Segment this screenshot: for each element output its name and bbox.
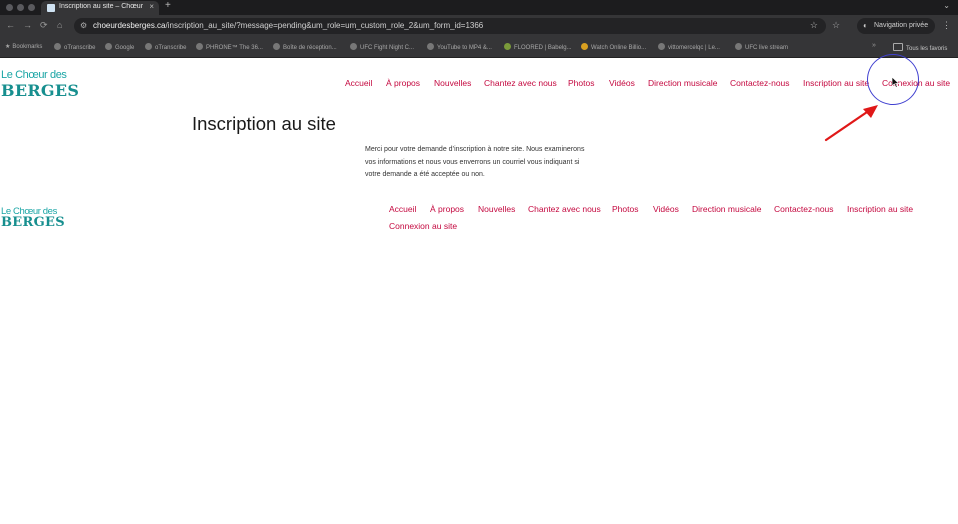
- footer-link-direction-musicale[interactable]: Direction musicale: [692, 204, 761, 214]
- forward-icon[interactable]: →: [23, 20, 32, 30]
- home-icon[interactable]: ⌂: [57, 20, 62, 30]
- wordpress-icon: [658, 43, 665, 50]
- footer-link-accueil[interactable]: Accueil: [389, 204, 416, 214]
- bookmark-item[interactable]: oTranscribe: [145, 43, 186, 51]
- back-icon[interactable]: ←: [6, 20, 15, 30]
- nav-link-a-propos[interactable]: À propos: [386, 78, 420, 88]
- new-tab-button[interactable]: +: [165, 0, 171, 11]
- page-title: Inscription au site: [192, 113, 336, 134]
- nav-link-videos[interactable]: Vidéos: [609, 78, 635, 88]
- maximize-window-button[interactable]: [28, 4, 35, 11]
- all-bookmarks-button[interactable]: Tous les favoris: [893, 43, 947, 52]
- site-info-icon[interactable]: ⚙: [80, 21, 87, 30]
- site-favicon-icon: [47, 4, 55, 12]
- url-path: /inscription_au_site/?message=pending&um…: [165, 21, 484, 30]
- logo-line-1: Le Chœur des: [1, 69, 67, 81]
- bookmark-item[interactable]: ★ Bookmarks: [5, 43, 42, 50]
- tab-close-icon[interactable]: ×: [149, 2, 154, 11]
- nav-link-accueil[interactable]: Accueil: [345, 78, 372, 88]
- globe-icon: [145, 43, 152, 50]
- footer-link-contactez-nous[interactable]: Contactez-nous: [774, 204, 834, 214]
- minimize-window-button[interactable]: [17, 4, 24, 11]
- bookmarks-bar: ★ Bookmarks oTranscribe Google oTranscrib…: [0, 37, 958, 58]
- bookmark-item[interactable]: PHRONE™ The 36...: [196, 43, 263, 51]
- more-bookmarks-icon[interactable]: »: [872, 42, 876, 49]
- incognito-icon: ◐: [863, 21, 868, 30]
- nav-link-contactez-nous[interactable]: Contactez-nous: [730, 78, 790, 88]
- bookmark-favicon-icon: [350, 43, 357, 50]
- google-icon: [105, 43, 112, 50]
- private-browsing-label: Navigation privée: [874, 22, 929, 29]
- footer-logo[interactable]: Le Chœur des BERGES: [1, 206, 65, 238]
- footer-logo-line-2: BERGES: [1, 215, 65, 230]
- bookmark-star-icon[interactable]: ☆: [810, 20, 818, 31]
- footer-link-nouvelles[interactable]: Nouvelles: [478, 204, 515, 214]
- url-text[interactable]: choeurdesberges.ca/inscription_au_site/?…: [93, 21, 483, 30]
- tab-title: Inscription au site – Chœur d...: [59, 3, 143, 10]
- footer-link-inscription-au-site[interactable]: Inscription au site: [847, 204, 913, 214]
- footer-link-videos[interactable]: Vidéos: [653, 204, 679, 214]
- bookmark-favicon-icon: [581, 43, 588, 50]
- bookmark-item[interactable]: Boîte de réception...: [273, 43, 337, 51]
- bookmark-item[interactable]: Google: [105, 43, 134, 51]
- url-host: choeurdesberges.ca: [93, 21, 166, 30]
- nav-link-inscription-au-site[interactable]: Inscription au site: [803, 78, 869, 88]
- private-browsing-indicator[interactable]: ◐ Navigation privée: [857, 18, 935, 34]
- footer-link-connexion-au-site[interactable]: Connexion au site: [389, 221, 457, 231]
- annotation-arrow-icon: [824, 105, 878, 142]
- address-bar[interactable]: ⚙ choeurdesberges.ca/inscription_au_site…: [74, 18, 826, 34]
- bookmark-item[interactable]: UFC Fight Night C...: [350, 43, 414, 51]
- side-panel-icon[interactable]: ☆: [832, 20, 840, 31]
- bookmark-item[interactable]: oTranscribe: [54, 43, 95, 51]
- close-window-button[interactable]: [6, 4, 13, 11]
- browser-toolbar: ← → ⟳ ⌂ ⚙ choeurdesberges.ca/inscription…: [0, 15, 958, 37]
- nav-link-photos[interactable]: Photos: [568, 78, 594, 88]
- bookmark-favicon-icon: [196, 43, 203, 50]
- globe-icon: [54, 43, 61, 50]
- mail-icon: [273, 43, 280, 50]
- bookmark-item[interactable]: YouTube to MP4 &...: [427, 43, 492, 51]
- bookmark-favicon-icon: [504, 43, 511, 50]
- mouse-cursor-icon: [892, 77, 900, 88]
- logo-line-2: BERGES: [1, 81, 80, 100]
- bookmark-item[interactable]: UFC live stream: [735, 43, 788, 51]
- bookmark-item[interactable]: FLOORED | Babelg...: [504, 43, 572, 51]
- footer-link-a-propos[interactable]: À propos: [430, 204, 464, 214]
- bookmark-favicon-icon: [427, 43, 434, 50]
- folder-icon: [893, 43, 903, 51]
- bookmark-item[interactable]: Watch Online Billio...: [581, 43, 646, 51]
- browser-tab-strip: Inscription au site – Chœur d... × + ⌄: [0, 0, 958, 15]
- nav-link-chantez-avec-nous[interactable]: Chantez avec nous: [484, 78, 557, 88]
- nav-link-nouvelles[interactable]: Nouvelles: [434, 78, 471, 88]
- footer-link-photos[interactable]: Photos: [612, 204, 638, 214]
- pending-registration-message: Merci pour votre demande d’inscription à…: [365, 146, 585, 178]
- browser-menu-icon[interactable]: ⋮: [942, 20, 951, 31]
- bookmark-favicon-icon: [735, 43, 742, 50]
- bookmark-item[interactable]: vittomercelqc | Le...: [658, 43, 720, 51]
- nav-link-direction-musicale[interactable]: Direction musicale: [648, 78, 717, 88]
- browser-tab-active[interactable]: Inscription au site – Chœur d... ×: [41, 1, 159, 15]
- site-logo[interactable]: Le Chœur des BERGES: [1, 69, 79, 101]
- reload-icon[interactable]: ⟳: [40, 20, 48, 31]
- star-icon: ★: [5, 44, 11, 50]
- tab-search-icon[interactable]: ⌄: [943, 1, 950, 10]
- footer-link-chantez-avec-nous[interactable]: Chantez avec nous: [528, 204, 601, 214]
